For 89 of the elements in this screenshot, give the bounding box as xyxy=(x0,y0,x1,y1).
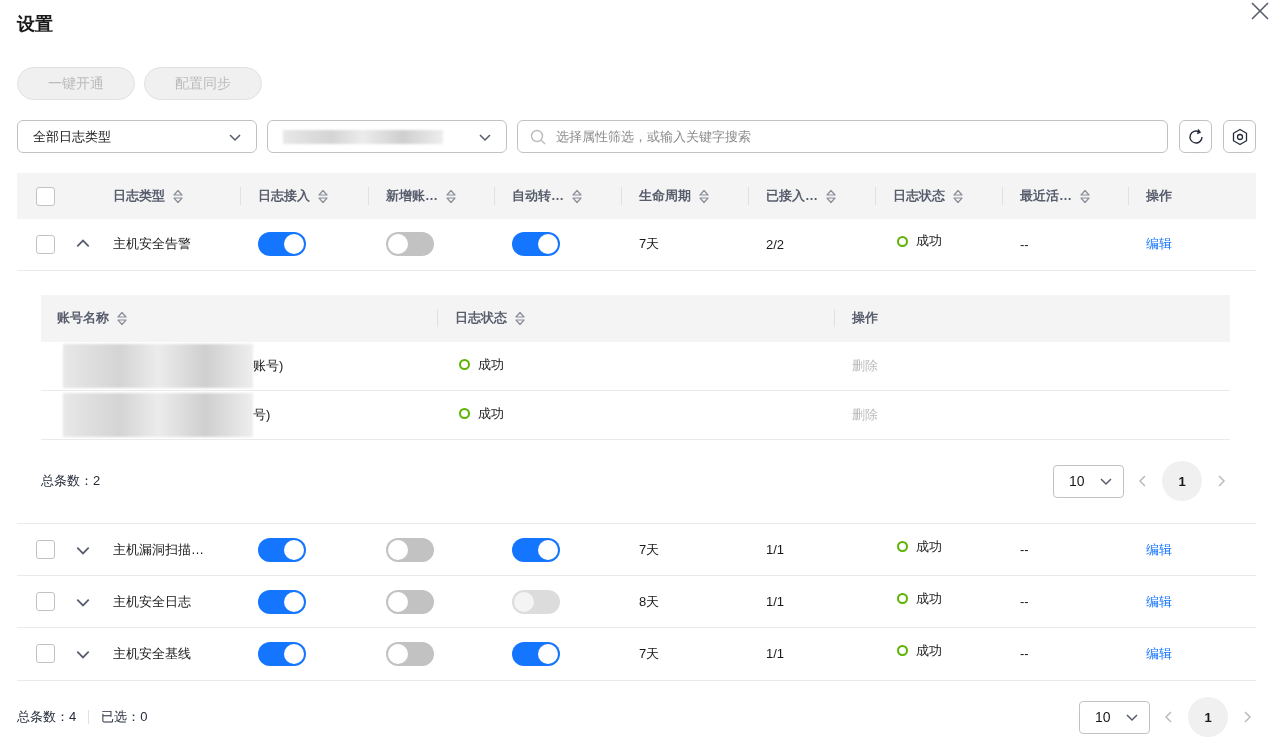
connected-count-cell-text: 1/1 xyxy=(765,594,786,610)
status-text: 成功 xyxy=(916,589,942,608)
sort-icon[interactable] xyxy=(318,188,328,204)
column-header: 操作 xyxy=(834,309,1230,328)
lifecycle-cell-text: 8天 xyxy=(638,592,661,611)
row-checkbox[interactable] xyxy=(36,540,55,559)
row-checkbox[interactable] xyxy=(36,592,55,612)
sort-icon[interactable] xyxy=(117,310,127,326)
sort-icon[interactable] xyxy=(572,188,582,204)
sort-icon[interactable] xyxy=(953,188,963,204)
sort-icon[interactable] xyxy=(1080,188,1090,204)
column-header[interactable]: 新增账… xyxy=(368,187,494,205)
settings-button[interactable] xyxy=(1223,120,1256,154)
toggle-switch[interactable] xyxy=(386,232,434,257)
gear-icon xyxy=(1230,127,1249,146)
recent-activity-cell-text: -- xyxy=(1019,646,1030,662)
status-text: 成功 xyxy=(478,404,504,423)
lifecycle-cell-text: 7天 xyxy=(638,540,661,559)
page-button[interactable]: 1 xyxy=(1162,461,1202,502)
selected-count: 已选：0 xyxy=(101,708,148,727)
column-header[interactable]: 自动转… xyxy=(494,187,621,205)
toggle-switch[interactable] xyxy=(258,589,306,614)
toggle-switch[interactable] xyxy=(512,232,560,257)
edit-link[interactable]: 编辑 xyxy=(1128,540,1256,559)
row-checkbox[interactable] xyxy=(36,644,55,664)
status-text: 成功 xyxy=(916,232,942,251)
log-type-cell-text: 主机安全基线 xyxy=(112,644,192,663)
status-ring-icon xyxy=(897,235,908,247)
column-header[interactable]: 生命周期 xyxy=(621,187,748,205)
recent-activity-cell-text: -- xyxy=(1019,236,1030,252)
column-header: 操作 xyxy=(1128,187,1256,205)
page-button[interactable]: 1 xyxy=(1188,697,1228,738)
total-count: 总条数：4 xyxy=(17,708,77,727)
refresh-icon xyxy=(1186,127,1205,146)
toggle-switch[interactable] xyxy=(386,641,434,666)
status-ring-icon xyxy=(459,408,470,420)
status-text: 成功 xyxy=(478,355,504,374)
connected-count-cell-text: 2/2 xyxy=(765,236,786,252)
sort-icon[interactable] xyxy=(515,310,525,326)
total-count: 总条数：2 xyxy=(41,472,101,491)
search-field[interactable]: 选择属性筛选，或输入关键字搜索 xyxy=(554,128,1155,146)
account-name-text: 账号) xyxy=(253,356,284,375)
column-header[interactable]: 日志状态 xyxy=(875,187,1002,205)
dialog-title: 设置 xyxy=(17,13,53,37)
row-checkbox[interactable] xyxy=(36,234,55,254)
search-icon xyxy=(530,128,546,145)
column-header[interactable]: 账号名称 xyxy=(41,309,437,328)
edit-link[interactable]: 编辑 xyxy=(1128,592,1256,611)
toggle-switch[interactable] xyxy=(512,537,560,562)
recent-activity-cell-text: -- xyxy=(1019,594,1030,610)
account-name-text: 号) xyxy=(253,405,271,424)
log-type-select[interactable]: 全部日志类型 xyxy=(17,120,257,154)
toggle-switch[interactable] xyxy=(258,232,306,257)
log-type-cell-text: 主机安全日志 xyxy=(112,592,192,611)
toggle-switch[interactable] xyxy=(386,537,434,562)
toggle-switch[interactable] xyxy=(258,537,306,562)
status-text: 成功 xyxy=(916,537,942,556)
status-ring-icon xyxy=(459,359,470,371)
column-header[interactable]: 日志状态 xyxy=(437,309,834,328)
search-box[interactable]: 选择属性筛选，或输入关键字搜索 xyxy=(517,120,1168,154)
log-type-cell-text: 主机安全告警 xyxy=(112,235,192,254)
status-ring-icon xyxy=(897,593,908,605)
toggle-switch[interactable] xyxy=(512,641,560,666)
refresh-button[interactable] xyxy=(1179,120,1212,154)
select-all-checkbox[interactable] xyxy=(36,186,55,206)
lifecycle-cell-text: 7天 xyxy=(638,644,661,663)
edit-link[interactable]: 编辑 xyxy=(1128,235,1256,254)
edit-link[interactable]: 编辑 xyxy=(1128,644,1256,663)
column-header[interactable]: 日志类型 xyxy=(97,187,240,205)
lifecycle-cell-text: 7天 xyxy=(638,235,661,254)
column-header[interactable]: 已接入… xyxy=(748,187,875,205)
page-size-select[interactable]: 10 xyxy=(1053,464,1124,498)
column-header[interactable]: 日志接入 xyxy=(240,187,368,205)
sort-icon[interactable] xyxy=(699,188,709,204)
status-ring-icon xyxy=(897,541,908,552)
recent-activity-cell-text: -- xyxy=(1019,542,1030,557)
column-header[interactable]: 最近活… xyxy=(1002,187,1128,205)
sort-icon[interactable] xyxy=(173,188,183,204)
toggle-switch[interactable] xyxy=(386,589,434,614)
connected-count-cell-text: 1/1 xyxy=(765,646,786,662)
connected-count-cell-text: 1/1 xyxy=(765,542,786,557)
status-ring-icon xyxy=(897,645,908,657)
status-text: 成功 xyxy=(916,641,942,660)
sort-icon[interactable] xyxy=(826,188,836,204)
log-type-cell-text: 主机漏洞扫描… xyxy=(112,540,205,559)
filter-select[interactable] xyxy=(267,120,507,154)
toggle-switch[interactable] xyxy=(258,641,306,666)
page-size-select[interactable]: 10 xyxy=(1079,700,1150,734)
sort-icon[interactable] xyxy=(446,188,456,204)
